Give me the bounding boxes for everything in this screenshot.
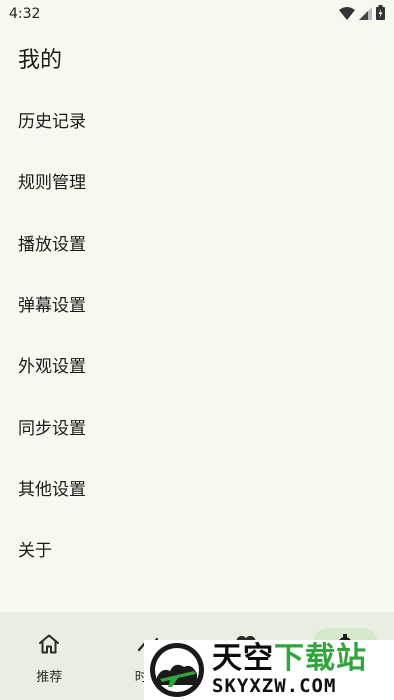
watermark-url: SKYXZW.COM	[212, 675, 337, 697]
status-time: 4:32	[9, 6, 41, 22]
menu-item-danmaku-settings[interactable]: 弹幕设置	[0, 273, 394, 334]
menu-item-about[interactable]: 关于	[0, 518, 394, 579]
watermark-title-green: 下载站	[274, 641, 367, 676]
menu-item-sync-settings[interactable]: 同步设置	[0, 395, 394, 456]
page-title: 我的	[18, 48, 63, 73]
menu-item-playback-settings[interactable]: 播放设置	[0, 212, 394, 273]
cell-signal-icon	[359, 5, 372, 24]
wifi-icon	[339, 5, 355, 24]
nav-item-recommend[interactable]: 推荐	[0, 612, 99, 700]
watermark-title: 天空下载站	[212, 643, 367, 675]
nav-label-recommend: 推荐	[36, 670, 63, 685]
menu-item-rules[interactable]: 规则管理	[0, 150, 394, 211]
watermark-text: 天空下载站 SKYXZW.COM	[212, 643, 367, 698]
menu-item-other-settings[interactable]: 其他设置	[0, 457, 394, 518]
watermark: 天空下载站 SKYXZW.COM	[144, 640, 394, 700]
watermark-logo-icon	[150, 643, 204, 697]
watermark-title-black: 天空	[212, 641, 274, 676]
status-bar: 4:32	[0, 0, 394, 28]
status-icons	[339, 4, 385, 24]
battery-icon	[376, 4, 385, 24]
menu-item-appearance-settings[interactable]: 外观设置	[0, 334, 394, 395]
settings-menu: 历史记录 规则管理 播放设置 弹幕设置 外观设置 同步设置 其他设置 关于	[0, 89, 394, 579]
menu-item-history[interactable]: 历史记录	[0, 89, 394, 150]
home-icon	[38, 632, 60, 656]
